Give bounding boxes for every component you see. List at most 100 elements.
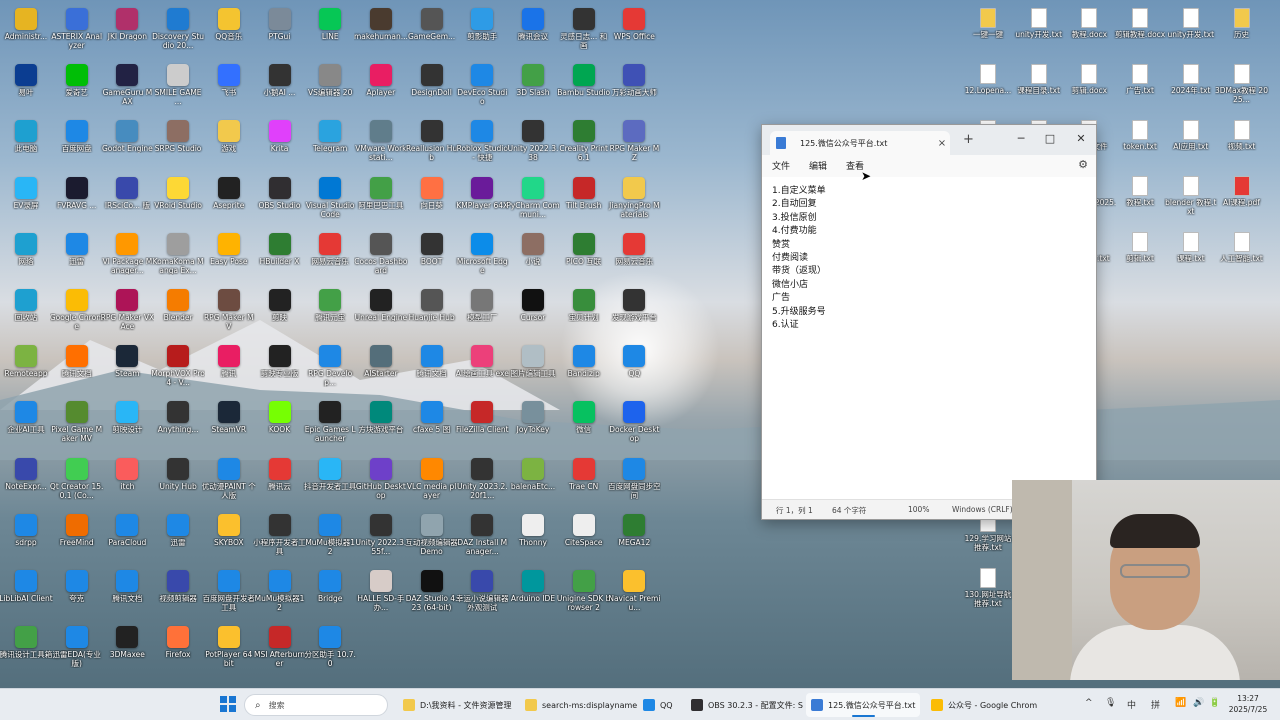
desktop-icon[interactable]: Unreal Engine bbox=[355, 285, 407, 341]
desktop-file-icon[interactable]: 教程.docx bbox=[1063, 4, 1115, 60]
desktop-icon[interactable]: 回收站 bbox=[0, 285, 52, 341]
desktop-icon[interactable]: RPG Maker MV bbox=[203, 285, 255, 341]
desktop-icon[interactable]: cfaxe 5 图 bbox=[406, 397, 458, 453]
desktop-icon[interactable]: Reallusion Hub bbox=[406, 116, 458, 172]
desktop-icon[interactable]: VLC media player bbox=[406, 454, 458, 510]
menu-edit[interactable]: 编辑 bbox=[809, 159, 827, 172]
desktop-file-icon[interactable]: 课程目录.txt bbox=[1013, 60, 1065, 116]
desktop-icon[interactable]: GameGem... bbox=[406, 4, 458, 60]
desktop-icon[interactable]: MuMu模拟器12 bbox=[304, 510, 356, 566]
desktop-icon[interactable]: 腾讯会议 bbox=[507, 4, 559, 60]
desktop-icon[interactable]: Unity 2023.2.20f1... bbox=[456, 454, 508, 510]
desktop-file-icon[interactable]: token.txt bbox=[1114, 116, 1166, 172]
desktop-icon[interactable]: 抖音开发者工具 bbox=[304, 454, 356, 510]
desktop-icon[interactable]: 迅雷EDA(专业版) bbox=[51, 622, 103, 678]
desktop-icon[interactable]: 宝贝计划 bbox=[558, 285, 610, 341]
desktop-icon[interactable]: VI Package Manager... bbox=[101, 229, 153, 285]
desktop-icon[interactable]: PTGui bbox=[254, 4, 306, 60]
desktop-file-icon[interactable]: 课程.txt bbox=[1165, 228, 1217, 284]
desktop-icon[interactable]: SKYBOX bbox=[203, 510, 255, 566]
desktop-icon[interactable]: WPS Office bbox=[608, 4, 660, 60]
desktop-icon[interactable]: Navicat Premiu... bbox=[608, 566, 660, 622]
tray-icon[interactable]: 📶 bbox=[1175, 698, 1186, 708]
desktop-icon[interactable]: Bandizip bbox=[558, 341, 610, 397]
desktop-icon[interactable]: Unity 2022.3.38 bbox=[507, 116, 559, 172]
desktop-file-icon[interactable]: 教程.txt bbox=[1114, 172, 1166, 228]
desktop-icon[interactable]: Easy Pose bbox=[203, 229, 255, 285]
desktop-icon[interactable]: Bambu Studio bbox=[557, 60, 610, 116]
desktop-icon[interactable]: 网络 bbox=[0, 229, 52, 285]
desktop-icon[interactable]: Aplayer bbox=[355, 60, 407, 116]
desktop-file-icon[interactable]: unity开发.txt bbox=[1013, 4, 1065, 60]
desktop-icon[interactable]: RPG Maker VX Ace bbox=[101, 285, 154, 341]
desktop-icon[interactable]: 百度网盘同步空间 bbox=[608, 454, 661, 510]
desktop-icon[interactable]: 视频剪辑器 bbox=[152, 566, 204, 622]
desktop-icon[interactable]: Steam bbox=[101, 341, 153, 397]
desktop-icon[interactable]: VMware Workstati... bbox=[355, 116, 407, 172]
notepad-text-area[interactable]: 1.自定义菜单 2.自动回复 3.投信原创 4.付费功能 赞赏 付费阅读 带货（返现） 微信小… bbox=[762, 177, 1096, 501]
desktop-icon[interactable]: Remoteapp bbox=[0, 341, 52, 397]
desktop-icon[interactable]: 3DMaxee bbox=[101, 622, 153, 678]
desktop-icon[interactable]: RPG Maker MZ bbox=[608, 116, 660, 172]
desktop-icon[interactable]: Unity 2022.3.55f... bbox=[355, 510, 407, 566]
notepad-tab[interactable]: 125.微信公众号平台.txt × bbox=[770, 131, 950, 155]
desktop-icon[interactable]: 游戏 bbox=[203, 116, 255, 172]
desktop-icon[interactable]: Qt Creator 15.0.1 (Co... bbox=[50, 454, 103, 510]
desktop-icon[interactable]: 图片编辑工具 bbox=[507, 341, 559, 397]
desktop-icon[interactable]: Discovery Studio 20... bbox=[152, 4, 204, 60]
desktop-icon[interactable]: RPG Develop... bbox=[304, 341, 356, 397]
desktop-icon[interactable]: 爱奇艺 bbox=[51, 60, 103, 116]
desktop-icon[interactable]: KMPlayer 64X bbox=[456, 173, 508, 229]
desktop-icon[interactable]: Unity Hub bbox=[152, 454, 204, 510]
desktop-icon[interactable]: DAZ Studio 4.23 (64-bit) bbox=[406, 566, 458, 622]
desktop-icon[interactable]: HALLE SD-手办... bbox=[355, 566, 407, 622]
desktop-icon[interactable]: 剪映 bbox=[254, 285, 306, 341]
close-button[interactable]: ✕ bbox=[1066, 129, 1096, 149]
desktop-icon[interactable]: 腾讯文档 bbox=[101, 566, 153, 622]
desktop-icon[interactable]: OBS Studio bbox=[254, 173, 306, 229]
desktop-icon[interactable]: 分区助手 10.7.0 bbox=[304, 622, 356, 678]
desktop-icon[interactable]: Anything... bbox=[152, 397, 204, 453]
desktop-icon[interactable]: CiteSpace bbox=[558, 510, 610, 566]
desktop-icon[interactable]: KomaKoma Manga Ex... bbox=[152, 229, 204, 285]
desktop-icon[interactable]: VRoid Studio bbox=[152, 173, 204, 229]
desktop-icon[interactable]: MuMu模拟器12 bbox=[254, 566, 306, 622]
desktop-icon[interactable]: 阿里巴巴工具 bbox=[355, 173, 407, 229]
desktop-icon[interactable]: 腾讯文档 bbox=[51, 341, 103, 397]
desktop-icon[interactable]: Telegram bbox=[304, 116, 356, 172]
desktop-icon[interactable]: NoteExpr... bbox=[0, 454, 52, 510]
desktop-file-icon[interactable]: AI课程.pdf bbox=[1216, 172, 1268, 228]
desktop-icon[interactable]: GitHub Desktop bbox=[355, 454, 407, 510]
desktop-icon[interactable]: 腾讯 bbox=[203, 341, 255, 397]
desktop-icon[interactable]: 剪映专业版 bbox=[254, 341, 306, 397]
desktop-icon[interactable]: 飞书 bbox=[203, 60, 255, 116]
tray-icon[interactable]: 拼 bbox=[1151, 698, 1160, 711]
desktop-icon[interactable]: 万彩动画大师 bbox=[608, 60, 660, 116]
desktop-file-icon[interactable]: 人工智能.txt bbox=[1216, 228, 1268, 284]
desktop-icon[interactable]: ParaCloud bbox=[101, 510, 153, 566]
desktop-icon[interactable]: 网易云音乐 bbox=[608, 229, 660, 285]
desktop-icon[interactable]: MEGA12 bbox=[608, 510, 660, 566]
desktop-icon[interactable]: 腾讯云 bbox=[254, 454, 306, 510]
desktop-icon[interactable]: balenaEtc... bbox=[507, 454, 559, 510]
desktop-icon[interactable]: Thonny bbox=[507, 510, 559, 566]
menu-file[interactable]: 文件 bbox=[772, 159, 790, 172]
desktop-icon[interactable]: SMILE GAME ... bbox=[152, 60, 204, 116]
desktop-icon[interactable]: Arduino IDE bbox=[507, 566, 559, 622]
desktop-icon[interactable]: VS编辑器 20 bbox=[304, 60, 356, 116]
desktop-icon[interactable]: Cocos Dashboard bbox=[354, 229, 408, 285]
desktop-icon[interactable]: AIStarter bbox=[355, 341, 407, 397]
desktop-icon[interactable]: Bridge bbox=[304, 566, 356, 622]
desktop-file-icon[interactable]: 历史 bbox=[1216, 4, 1268, 60]
desktop-icon[interactable]: KOOK bbox=[254, 397, 306, 453]
desktop-file-icon[interactable]: AI应用.txt bbox=[1165, 116, 1217, 172]
desktop-icon[interactable]: 百度网盘 bbox=[51, 116, 103, 172]
desktop-icon[interactable]: PyCharm Communi... bbox=[506, 173, 560, 229]
tray-icon[interactable]: 🔊 bbox=[1193, 698, 1204, 708]
desktop-icon[interactable]: 百度网盘开发者工具 bbox=[203, 566, 255, 622]
desktop-icon[interactable]: Aseprite bbox=[203, 173, 255, 229]
desktop-icon[interactable]: 互动视频编辑器 Demo bbox=[405, 510, 458, 566]
desktop-icon[interactable]: JianyingPro Materials bbox=[608, 173, 660, 229]
new-tab-button[interactable]: + bbox=[963, 132, 974, 147]
taskbar-app-button[interactable]: OBS 30.2.3 - 配置文件: S bbox=[686, 693, 808, 717]
